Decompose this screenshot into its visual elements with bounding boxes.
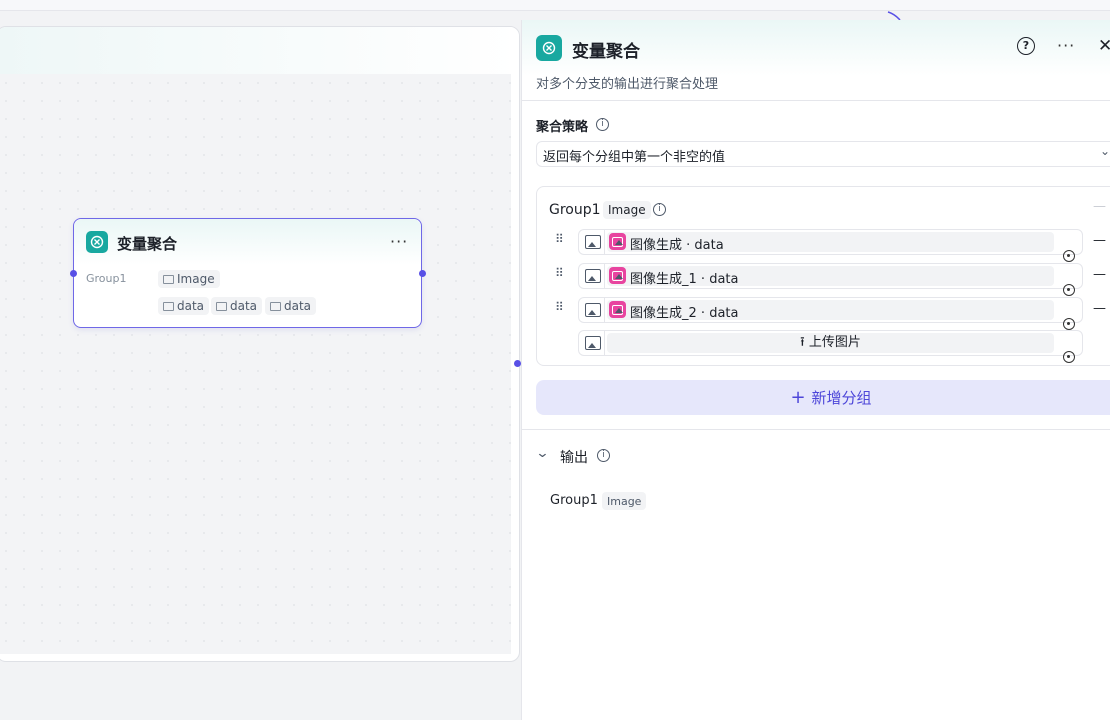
- remove-variable-button[interactable]: —: [1093, 267, 1106, 282]
- panel-title[interactable]: 变量聚合: [572, 37, 640, 62]
- workflow-canvas[interactable]: [0, 26, 520, 662]
- separator: ·: [696, 306, 710, 321]
- source-node-name: 图像生成_2: [630, 306, 697, 321]
- remove-variable-button[interactable]: —: [1093, 301, 1106, 316]
- node-title: 变量聚合: [117, 235, 178, 253]
- image-icon: [270, 301, 281, 311]
- image-icon: [163, 274, 174, 284]
- variable-row[interactable]: 图像生成_2 · data: [578, 297, 1083, 330]
- node-output-port[interactable]: [419, 270, 426, 277]
- image-icon: [585, 336, 601, 350]
- image-icon: [585, 235, 601, 249]
- variable-selector[interactable]: 图像生成_1 · data: [607, 266, 1054, 287]
- divider: [604, 230, 605, 254]
- separator: ·: [682, 238, 695, 253]
- drag-handle-icon[interactable]: ⠿: [555, 233, 565, 245]
- node-config-panel: 变量聚合 ? ··· ✕ 对多个分支的输出进行聚合处理 聚合策略 i 返回每个分…: [521, 20, 1110, 720]
- divider: [604, 331, 605, 355]
- canvas-grid[interactable]: [0, 74, 511, 654]
- add-group-button[interactable]: + 新增分组: [536, 380, 1110, 415]
- divider: [604, 264, 605, 288]
- group-name[interactable]: Group1: [549, 202, 601, 218]
- node-var-tag: data: [265, 297, 317, 315]
- node-var-tag: data: [211, 297, 263, 315]
- help-icon[interactable]: ?: [1017, 37, 1035, 55]
- image-generation-icon: [609, 233, 626, 250]
- variable-text: 图像生成 · data: [630, 234, 724, 253]
- remove-variable-button[interactable]: —: [1093, 233, 1106, 248]
- group-type-label: Image: [608, 203, 646, 217]
- remove-group-button[interactable]: —: [1093, 199, 1106, 214]
- next-node-input-port[interactable]: [514, 360, 521, 367]
- upload-image-button[interactable]: ⭱ 上传图片: [607, 333, 1054, 353]
- drag-handle-icon[interactable]: ⠿: [555, 267, 565, 279]
- variable-aggregator-icon: [86, 231, 108, 253]
- divider: [604, 298, 605, 322]
- target-icon[interactable]: [1063, 284, 1075, 296]
- group-card: Group1 Image i — ⠿ 图像生成 · data — ⠿ 图像生成_…: [536, 186, 1110, 366]
- close-icon[interactable]: ✕: [1098, 36, 1110, 56]
- drag-handle-icon[interactable]: ⠿: [555, 301, 565, 313]
- node-var-label: data: [177, 299, 205, 313]
- upload-row[interactable]: ⭱ 上传图片: [578, 330, 1083, 363]
- strategy-value: 返回每个分组中第一个非空的值: [543, 150, 726, 165]
- chevron-down-icon[interactable]: ⌄: [535, 446, 549, 461]
- image-generation-icon: [609, 267, 626, 284]
- variable-row[interactable]: 图像生成 · data: [578, 229, 1083, 262]
- plus-icon: +: [790, 387, 806, 408]
- variable-name: data: [709, 272, 739, 287]
- variable-aggregator-node[interactable]: 变量聚合 ··· Group1 Image data data data: [73, 218, 422, 328]
- target-icon[interactable]: [1063, 318, 1075, 330]
- add-group-label: 新增分组: [811, 389, 872, 407]
- variable-selector[interactable]: 图像生成 · data: [607, 232, 1054, 253]
- variable-selector[interactable]: 图像生成_2 · data: [607, 300, 1054, 321]
- target-icon[interactable]: [1063, 250, 1075, 262]
- chevron-down-icon: ⌄: [1100, 144, 1110, 158]
- image-icon: [585, 303, 601, 317]
- info-icon: i: [597, 449, 610, 462]
- output-group-name: Group1: [550, 493, 598, 508]
- group-type-tag: Image: [603, 201, 651, 219]
- node-var-label: data: [284, 299, 312, 313]
- upload-label: 上传图片: [808, 335, 861, 350]
- image-generation-icon: [609, 301, 626, 318]
- node-type-tag: Image: [158, 270, 220, 288]
- info-icon: i: [653, 203, 666, 216]
- output-type-label: Image: [607, 494, 642, 508]
- variable-name: data: [709, 306, 739, 321]
- divider: [522, 100, 1110, 101]
- image-icon: [585, 269, 601, 283]
- output-type-tag: Image: [602, 492, 647, 510]
- target-icon[interactable]: [1063, 351, 1075, 363]
- variable-row[interactable]: 图像生成_1 · data: [578, 263, 1083, 296]
- info-icon: i: [596, 118, 609, 131]
- variable-text: 图像生成_2 · data: [630, 302, 738, 321]
- separator: ·: [696, 272, 710, 287]
- panel-more-icon[interactable]: ···: [1057, 36, 1075, 55]
- node-var-label: data: [230, 299, 258, 313]
- node-input-port[interactable]: [70, 270, 77, 277]
- variable-name: data: [694, 238, 724, 253]
- source-node-name: 图像生成_1: [630, 272, 697, 287]
- upload-icon: ⭱: [800, 335, 805, 350]
- canvas-header: [0, 27, 519, 74]
- strategy-select[interactable]: 返回每个分组中第一个非空的值 ⌄: [536, 141, 1110, 167]
- node-group-label: Group1: [86, 272, 127, 285]
- source-node-name: 图像生成: [630, 238, 683, 253]
- node-var-tag: data: [158, 297, 210, 315]
- output-label[interactable]: 输出: [560, 447, 588, 467]
- node-more-icon[interactable]: ···: [390, 232, 408, 251]
- strategy-label: 聚合策略: [536, 120, 589, 135]
- variable-aggregator-icon: [536, 35, 562, 61]
- node-type-label: Image: [177, 272, 215, 286]
- image-icon: [163, 301, 174, 311]
- divider: [522, 429, 1110, 430]
- variable-text: 图像生成_1 · data: [630, 268, 738, 287]
- panel-description: 对多个分支的输出进行聚合处理: [536, 77, 719, 92]
- image-icon: [216, 301, 227, 311]
